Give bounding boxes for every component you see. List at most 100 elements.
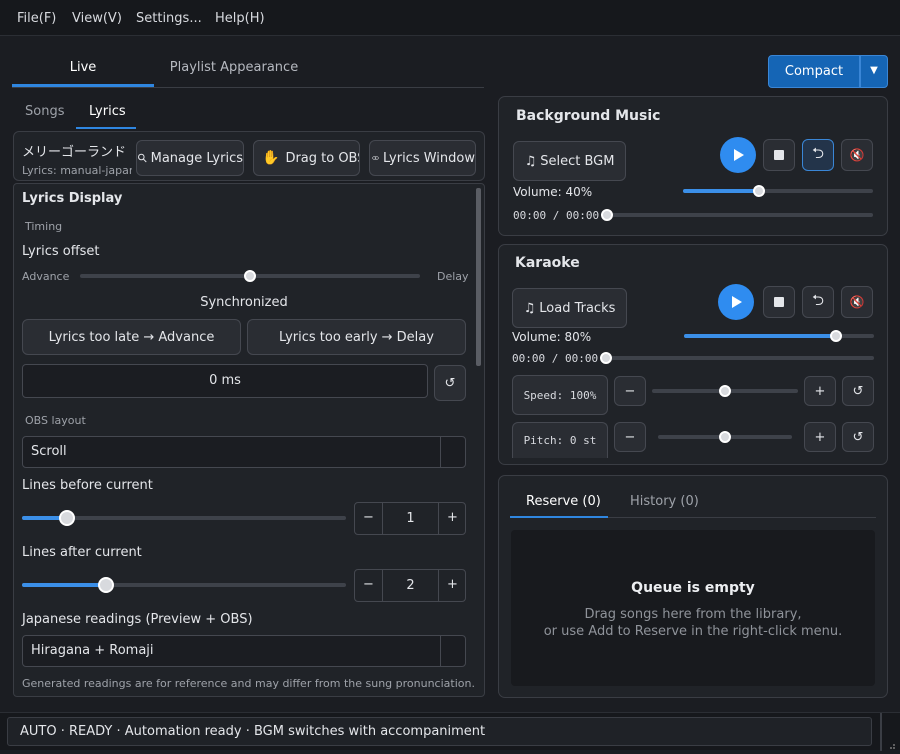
karaoke-play-button[interactable] <box>718 284 754 320</box>
bgm-volume-label: Volume: 40% <box>513 185 593 199</box>
lyrics-too-early-button[interactable]: Lyrics too early → Delay <box>247 319 466 355</box>
load-tracks-button[interactable]: ♫ Load Tracks <box>512 288 627 328</box>
menu-view[interactable]: View(V) <box>72 11 122 26</box>
karaoke-mute-button[interactable]: 🔇 <box>841 286 873 318</box>
offset-label: Lyrics offset <box>22 244 100 259</box>
queue-drop-area[interactable]: Queue is empty Drag songs here from the … <box>511 530 875 686</box>
karaoke-seek-slider[interactable] <box>600 352 874 364</box>
speed-thumb[interactable] <box>719 385 731 397</box>
offset-value-field[interactable]: 0 ms <box>22 364 428 398</box>
tab-lyrics[interactable]: Lyrics <box>89 104 126 119</box>
menu-help[interactable]: Help(H) <box>215 11 265 26</box>
tab-reserve[interactable]: Reserve (0) <box>526 494 601 509</box>
compact-dropdown-button[interactable]: ▼ <box>860 55 888 88</box>
resize-grip-icon[interactable] <box>888 739 896 749</box>
pitch-minus-button[interactable]: − <box>614 422 646 452</box>
bgm-time: 00:00 / 00:00 <box>513 209 600 222</box>
lyrics-window-button[interactable]: Lyrics Window <box>369 140 476 176</box>
lines-after-stepper[interactable]: − 2 + <box>354 569 466 602</box>
tab-reserve-indicator <box>510 516 608 518</box>
pitch-slider[interactable] <box>658 431 792 443</box>
speed-slider[interactable] <box>652 385 798 397</box>
select-bgm-label: Select BGM <box>540 153 615 169</box>
pitch-thumb[interactable] <box>719 431 731 443</box>
status-text: AUTO · READY · Automation ready · BGM sw… <box>7 717 872 746</box>
lines-after-minus[interactable]: − <box>355 570 382 601</box>
pitch-reset-button[interactable]: ↺ <box>842 422 874 452</box>
speed-plus-button[interactable]: + <box>804 376 836 406</box>
stop-icon <box>774 150 784 160</box>
music-icon: ♫ <box>524 153 537 169</box>
queue-empty-line1: Drag songs here from the library, <box>584 607 802 622</box>
lyrics-too-late-button[interactable]: Lyrics too late → Advance <box>22 319 241 355</box>
tab-live[interactable]: Live <box>12 50 154 87</box>
bgm-stop-button[interactable] <box>763 139 795 171</box>
status-bar: AUTO · READY · Automation ready · BGM sw… <box>0 712 900 751</box>
bgm-volume-slider[interactable] <box>683 185 873 197</box>
lines-after-label: Lines after current <box>22 545 142 560</box>
lines-before-slider[interactable] <box>22 510 346 526</box>
pitch-plus-button[interactable]: + <box>804 422 836 452</box>
speed-display: Speed: 100% <box>512 375 608 415</box>
karaoke-volume-thumb[interactable] <box>830 330 842 342</box>
drag-to-obs-button[interactable]: ✋ Drag to OBS <box>253 140 360 176</box>
manage-lyrics-label: Manage Lyrics <box>150 150 243 166</box>
karaoke-loop-button[interactable]: ⮌ <box>802 286 834 318</box>
lines-after-slider[interactable] <box>22 577 346 593</box>
lines-before-value[interactable]: 1 <box>382 503 439 534</box>
obs-layout-select[interactable]: Scroll <box>22 436 466 468</box>
play-icon <box>732 296 742 308</box>
karaoke-volume-slider[interactable] <box>684 330 874 342</box>
manage-lyrics-button[interactable]: Manage Lyrics <box>136 140 244 176</box>
karaoke-time: 00:00 / 00:00 <box>512 352 599 365</box>
select-divider <box>440 636 441 666</box>
lines-before-stepper[interactable]: − 1 + <box>354 502 466 535</box>
speed-minus-button[interactable]: − <box>614 376 646 406</box>
timing-label: Timing <box>25 220 63 233</box>
sync-status: Synchronized <box>200 295 288 310</box>
lyrics-window-label: Lyrics Window <box>382 150 475 166</box>
menu-settings[interactable]: Settings... <box>136 11 202 26</box>
lyrics-display-heading: Lyrics Display <box>22 191 123 206</box>
chevron-down-icon: ▼ <box>870 65 878 76</box>
stop-icon <box>774 297 784 307</box>
tab-songs[interactable]: Songs <box>25 104 64 119</box>
current-song-title: メリーゴーランド <box>22 145 127 160</box>
reset-icon: ↺ <box>852 429 864 445</box>
bgm-volume-thumb[interactable] <box>753 185 765 197</box>
bgm-play-button[interactable] <box>720 137 756 173</box>
karaoke-stop-button[interactable] <box>763 286 795 318</box>
lines-after-plus[interactable]: + <box>439 570 466 601</box>
bgm-loop-button[interactable]: ⮌ <box>802 139 834 171</box>
tab-playlist-appearance[interactable]: Playlist Appearance <box>164 50 304 87</box>
menu-file[interactable]: File(F) <box>17 11 56 26</box>
pitch-display: Pitch: 0 st <box>512 422 608 458</box>
reset-offset-button[interactable]: ↺ <box>434 365 466 401</box>
bgm-seek-slider[interactable] <box>601 209 873 221</box>
readings-select[interactable]: Hiragana + Romaji <box>22 635 466 667</box>
offset-slider[interactable] <box>80 270 420 282</box>
select-divider <box>440 437 441 467</box>
offset-slider-thumb[interactable] <box>244 270 256 282</box>
bgm-mute-button[interactable]: 🔇 <box>841 139 873 171</box>
loop-icon: ⮌ <box>811 143 824 162</box>
queue-empty-line2: or use Add to Reserve in the right-click… <box>543 624 843 639</box>
advance-label: Advance <box>22 270 70 283</box>
bgm-volume-fill <box>683 189 759 193</box>
compact-button[interactable]: Compact <box>768 55 860 88</box>
lines-before-minus[interactable]: − <box>355 503 382 534</box>
lines-after-value[interactable]: 2 <box>382 570 439 601</box>
select-bgm-button[interactable]: ♫ Select BGM <box>513 141 626 181</box>
lines-before-plus[interactable]: + <box>439 503 466 534</box>
speed-reset-button[interactable]: ↺ <box>842 376 874 406</box>
bgm-seek-thumb[interactable] <box>601 209 613 221</box>
drag-to-obs-label: Drag to OBS <box>285 150 360 166</box>
tab-history[interactable]: History (0) <box>630 494 699 509</box>
load-tracks-label: Load Tracks <box>539 300 616 316</box>
current-song-source: Lyrics: manual-japane <box>22 164 132 177</box>
hand-icon: ✋ <box>262 150 280 166</box>
lyrics-panel-scrollbar[interactable] <box>476 188 481 366</box>
readings-label: Japanese readings (Preview + OBS) <box>22 612 253 627</box>
karaoke-seek-thumb[interactable] <box>600 352 612 364</box>
karaoke-title: Karaoke <box>515 255 580 271</box>
